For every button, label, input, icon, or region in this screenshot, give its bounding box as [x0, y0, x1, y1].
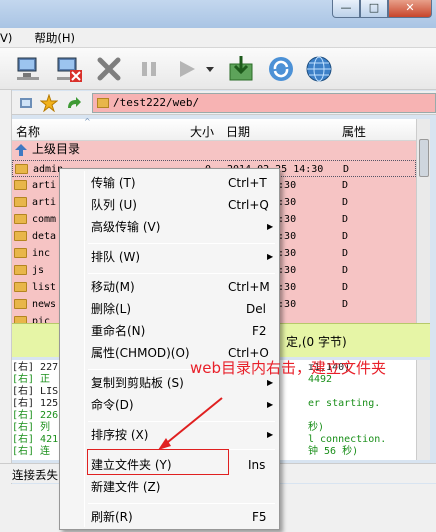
folder-icon — [15, 164, 28, 174]
stop-icon[interactable] — [94, 54, 124, 84]
submenu-arrow-icon: ▶ — [267, 400, 274, 409]
log-line: [右] 421 l connection. — [12, 434, 387, 445]
submenu-arrow-icon: ▶ — [267, 252, 274, 261]
menu-item-sort-by[interactable]: 排序按 (X) ▶ — [62, 424, 277, 446]
minimize-button[interactable]: — — [332, 0, 360, 18]
path-input[interactable]: /test222/web/ — [92, 93, 436, 113]
file-list-scrollbar[interactable] — [416, 119, 430, 324]
path-text: /test222/web/ — [113, 96, 200, 109]
menu-item-enqueue[interactable]: 排队 (W) ▶ — [62, 246, 277, 268]
connect-icon[interactable] — [14, 54, 44, 84]
play-icon[interactable] — [172, 54, 202, 84]
left-frame — [0, 90, 12, 484]
bookmark-star-icon[interactable] — [40, 94, 58, 112]
folder-icon — [14, 299, 27, 309]
sort-caret-icon: ^ — [84, 117, 91, 126]
log-line: [右] LIS — [12, 386, 59, 397]
menu-separator — [88, 243, 275, 244]
submenu-arrow-icon: ▶ — [267, 430, 274, 439]
folder-icon — [14, 316, 27, 323]
dropdown-arrow-icon[interactable] — [204, 54, 216, 84]
log-line: [右] 226 — [12, 410, 59, 421]
menu-separator — [88, 421, 275, 422]
annotation-text: web目录内右击，建立文件夹 — [190, 359, 387, 377]
menu-item-move[interactable]: 移动(M) Ctrl+M — [62, 276, 277, 298]
menu-help[interactable]: 帮助(H) — [20, 30, 83, 46]
scrollbar-thumb[interactable] — [419, 139, 429, 177]
menu-item-rename[interactable]: 重命名(N) F2 — [62, 320, 277, 342]
download-folder-icon[interactable] — [226, 54, 256, 84]
context-menu: 传输 (T) Ctrl+T 队列 (U) Ctrl+Q 高级传输 (V) ▶ 排队 (… — [59, 168, 280, 530]
menu-separator — [88, 273, 275, 274]
connection-status: 连接丢失 — [12, 468, 58, 482]
toolbar — [0, 48, 436, 90]
column-attr[interactable]: 属性 — [342, 123, 366, 140]
folder-icon — [14, 265, 27, 275]
parent-dir-row[interactable]: 上级目录 — [12, 141, 416, 158]
highlight-box — [87, 449, 229, 475]
disconnect-icon[interactable] — [54, 54, 84, 84]
up-directory-icon[interactable] — [64, 94, 82, 112]
log-line: [右] 列秒) — [12, 422, 325, 433]
log-scrollbar[interactable] — [416, 360, 430, 460]
menu-item-advanced-transfer[interactable]: 高级传输 (V) ▶ — [62, 216, 277, 238]
menu-view[interactable]: V) — [0, 31, 20, 45]
log-line: [右] 227 ɪ1,140) — [12, 362, 351, 373]
menu-bar: V) 帮助(H) — [0, 28, 436, 48]
log-line: [右] 连钟 56 秒) — [12, 446, 359, 457]
folder-icon — [14, 214, 27, 224]
menu-separator — [88, 503, 275, 504]
menu-item-queue[interactable]: 队列 (U) Ctrl+Q — [62, 194, 277, 216]
menu-item-new-file[interactable]: 新建文件 (Z) — [62, 476, 277, 498]
menu-item-command[interactable]: 命令(D) ▶ — [62, 394, 277, 416]
close-button[interactable]: ✕ — [388, 0, 432, 18]
column-name[interactable]: 名称 — [16, 123, 40, 140]
window-controls: — □ ✕ — [332, 0, 432, 18]
folder-icon — [14, 282, 27, 292]
pause-icon[interactable] — [134, 54, 164, 84]
maximize-button[interactable]: □ — [360, 0, 388, 18]
submenu-arrow-icon: ▶ — [267, 222, 274, 231]
home-icon[interactable] — [18, 95, 34, 111]
log-line: [右] 125 er starting. — [12, 398, 381, 409]
file-list-header: 名称 ^ 大小 日期 属性 — [12, 117, 416, 141]
folder-icon — [14, 180, 27, 190]
folder-icon — [14, 248, 27, 258]
folder-icon — [14, 231, 27, 241]
title-bar: — □ ✕ — [0, 0, 436, 28]
folder-icon — [97, 98, 109, 108]
up-arrow-icon — [15, 144, 27, 156]
folder-icon — [14, 197, 27, 207]
log-line: [右] 正 4492 — [12, 374, 333, 385]
globe-icon[interactable] — [304, 54, 334, 84]
menu-item-refresh[interactable]: 刷新(R) F5 — [62, 506, 277, 528]
selection-status: 定,(0 字节) — [286, 335, 347, 349]
menu-item-delete[interactable]: 删除(L) Del — [62, 298, 277, 320]
address-bar: /test222/web/ — [0, 91, 436, 115]
refresh-icon[interactable] — [266, 54, 296, 84]
column-size[interactable]: 大小 — [190, 123, 214, 140]
menu-item-transfer[interactable]: 传输 (T) Ctrl+T — [62, 172, 277, 194]
column-date[interactable]: 日期 — [226, 123, 250, 140]
